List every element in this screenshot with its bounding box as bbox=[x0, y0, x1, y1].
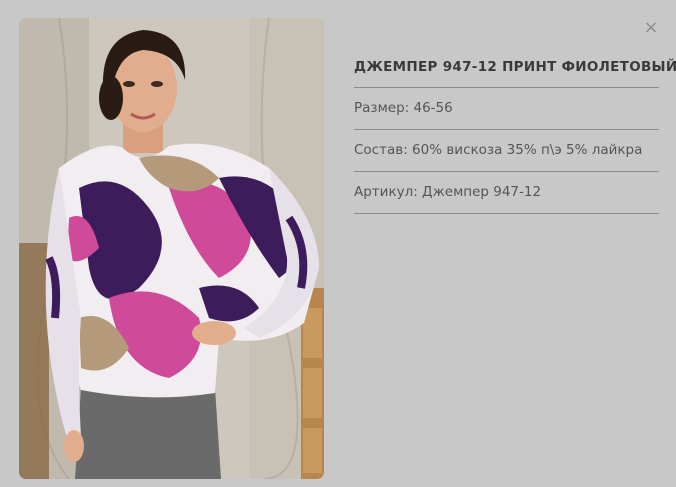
product-composition: Состав: 60% вискоза 35% п\э 5% лайкра bbox=[354, 130, 659, 172]
product-article: Артикул: Джемпер 947-12 bbox=[354, 172, 659, 214]
product-size: Размер: 46-56 bbox=[354, 88, 659, 130]
close-icon[interactable]: × bbox=[642, 18, 660, 38]
model-illustration bbox=[19, 18, 324, 479]
product-title: ДЖЕМПЕР 947-12 ПРИНТ ФИОЛЕТОВЫЙ bbox=[354, 47, 676, 88]
product-info: ДЖЕМПЕР 947-12 ПРИНТ ФИОЛЕТОВЫЙ Размер: … bbox=[354, 47, 676, 214]
product-photo bbox=[19, 18, 324, 479]
